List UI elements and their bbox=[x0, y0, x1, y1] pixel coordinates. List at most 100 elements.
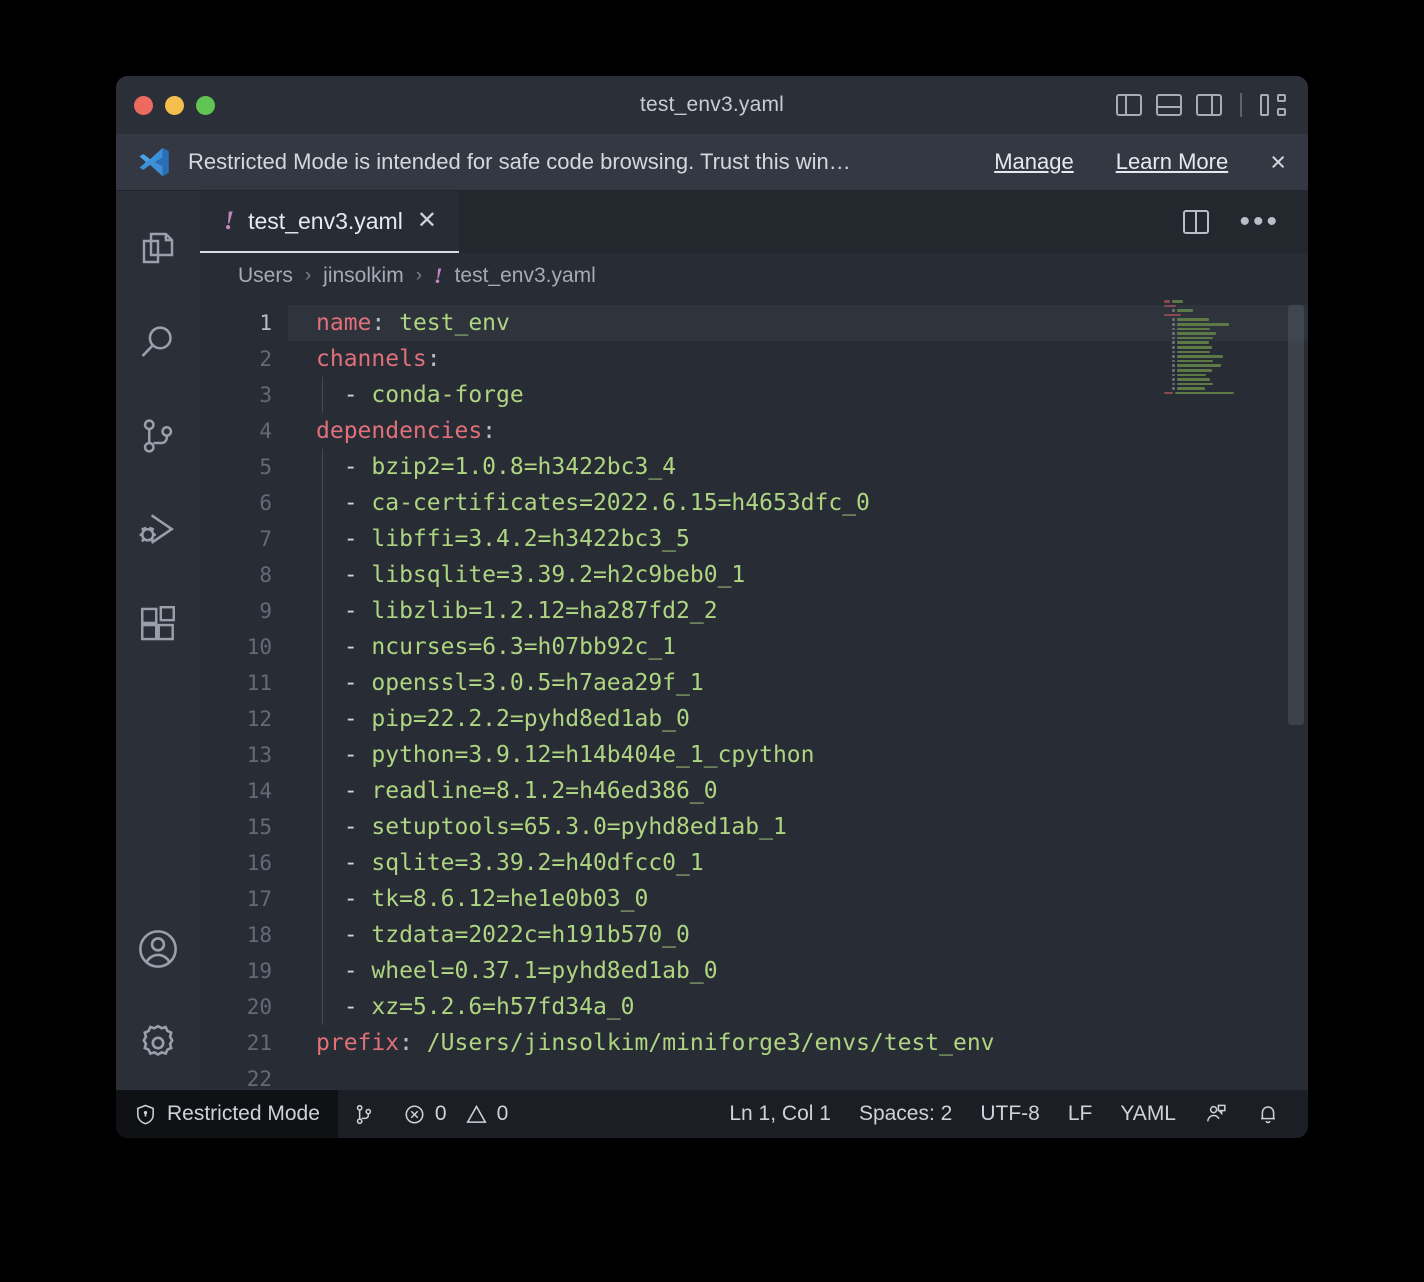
yaml-list-dash: - bbox=[316, 706, 372, 732]
ellipsis-icon[interactable]: ••• bbox=[1239, 207, 1280, 237]
sidebar-item-source-control[interactable] bbox=[116, 389, 200, 483]
line-number: 11 bbox=[246, 671, 272, 695]
line-number: 6 bbox=[259, 491, 272, 515]
indent-guide bbox=[322, 629, 323, 665]
minimize-window-button[interactable] bbox=[165, 95, 184, 115]
tab-test-env3-yaml[interactable]: ! test_env3.yaml ✕ bbox=[200, 191, 459, 253]
breadcrumb-item-file[interactable]: test_env3.yaml bbox=[455, 264, 596, 288]
yaml-value: bzip2=1.0.8=h3422bc3_4 bbox=[371, 454, 677, 480]
yaml-list-dash: - bbox=[316, 562, 372, 588]
code-editor[interactable]: 1 2 3 4 5 6 7 8 9 10 11 12 13 14 15 16 17 18 19 20 21 22 name… bbox=[200, 299, 1308, 1090]
sidebar-item-explorer[interactable] bbox=[116, 201, 200, 295]
live-share-icon bbox=[1207, 1104, 1226, 1122]
code-line[interactable]: - tzdata=2022c=h191b570_0 bbox=[288, 917, 1308, 953]
indent-guide bbox=[322, 377, 323, 413]
code-line[interactable]: - setuptools=65.3.0=pyhd8ed1ab_1 bbox=[288, 809, 1308, 845]
maximize-window-button[interactable] bbox=[196, 95, 215, 115]
code-line[interactable]: name: test_env bbox=[288, 305, 1308, 341]
close-window-button[interactable] bbox=[134, 95, 153, 115]
yaml-value: wheel=0.37.1=pyhd8ed1ab_0 bbox=[371, 958, 718, 984]
status-indentation[interactable]: Spaces: 2 bbox=[845, 1090, 966, 1138]
warning-triangle-icon bbox=[465, 1104, 487, 1123]
code-line[interactable]: - readline=8.1.2=h46ed386_0 bbox=[288, 773, 1308, 809]
breadcrumb-item-jinsolkim[interactable]: jinsolkim bbox=[323, 264, 404, 288]
split-editor-icon[interactable] bbox=[1183, 210, 1210, 234]
code-line[interactable]: - openssl=3.0.5=h7aea29f_1 bbox=[288, 665, 1308, 701]
status-cursor-position[interactable]: Ln 1, Col 1 bbox=[715, 1090, 845, 1138]
customize-layout-icon[interactable] bbox=[1260, 94, 1286, 116]
status-problems[interactable]: 0 0 bbox=[389, 1090, 522, 1138]
code-line[interactable]: - ncurses=6.3=h07bb92c_1 bbox=[288, 629, 1308, 665]
status-bar-right: Ln 1, Col 1 Spaces: 2 UTF-8 LF YAML bbox=[715, 1090, 1308, 1138]
indent-guide bbox=[322, 989, 323, 1025]
sidebar-item-accounts[interactable] bbox=[116, 902, 200, 996]
status-live-share[interactable] bbox=[1190, 1090, 1242, 1138]
yaml-colon: : bbox=[371, 310, 386, 336]
status-errors-count: 0 bbox=[434, 1102, 447, 1125]
window-titlebar: test_env3.yaml bbox=[116, 76, 1308, 134]
code-line[interactable]: - xz=5.2.6=h57fd34a_0 bbox=[288, 989, 1308, 1025]
code-line[interactable]: - bzip2=1.0.8=h3422bc3_4 bbox=[288, 449, 1308, 485]
code-line[interactable]: prefix: /Users/jinsolkim/miniforge3/envs… bbox=[288, 1025, 1308, 1061]
sidebar-item-extensions[interactable] bbox=[116, 577, 200, 671]
editor-scrollbar[interactable] bbox=[1286, 299, 1306, 1090]
status-language-mode[interactable]: YAML bbox=[1106, 1090, 1190, 1138]
sidebar-item-search[interactable] bbox=[116, 295, 200, 389]
code-line[interactable]: - wheel=0.37.1=pyhd8ed1ab_0 bbox=[288, 953, 1308, 989]
code-line[interactable]: - ca-certificates=2022.6.15=h4653dfc_0 bbox=[288, 485, 1308, 521]
shield-lock-icon bbox=[137, 1104, 154, 1125]
code-line[interactable]: - libsqlite=3.39.2=h2c9beb0_1 bbox=[288, 557, 1308, 593]
status-source-control[interactable] bbox=[338, 1090, 389, 1138]
yaml-list-dash: - bbox=[316, 634, 372, 660]
code-content[interactable]: name: test_env channels: - conda-forge dep… bbox=[288, 299, 1308, 1090]
vscode-window: test_env3.yaml Restricted Mode is intend… bbox=[116, 76, 1308, 1138]
banner-manage-link[interactable]: Manage bbox=[994, 149, 1074, 175]
line-number: 2 bbox=[259, 347, 272, 371]
layout-sidebar-right-icon[interactable] bbox=[1196, 94, 1222, 116]
yaml-value: tk=8.6.12=he1e0b03_0 bbox=[371, 886, 649, 912]
scrollbar-thumb[interactable] bbox=[1288, 305, 1304, 725]
line-number: 16 bbox=[246, 851, 272, 875]
line-number: 22 bbox=[246, 1067, 272, 1090]
line-number: 21 bbox=[246, 1031, 272, 1055]
indent-guide bbox=[322, 665, 323, 701]
layout-sidebar-left-icon[interactable] bbox=[1116, 94, 1142, 116]
status-encoding[interactable]: UTF-8 bbox=[966, 1090, 1054, 1138]
code-line[interactable] bbox=[288, 1061, 1308, 1090]
yaml-value: ca-certificates=2022.6.15=h4653dfc_0 bbox=[371, 490, 870, 516]
run-and-debug-icon bbox=[139, 514, 175, 544]
line-number: 4 bbox=[259, 419, 272, 443]
indent-guide bbox=[322, 593, 323, 629]
line-number: 19 bbox=[246, 959, 272, 983]
code-line[interactable]: - libzlib=1.2.12=ha287fd2_2 bbox=[288, 593, 1308, 629]
screenshot-root: test_env3.yaml Restricted Mode is intend… bbox=[0, 0, 1424, 1282]
yaml-list-dash: - bbox=[316, 742, 372, 768]
banner-learn-more-link[interactable]: Learn More bbox=[1116, 149, 1229, 175]
layout-panel-icon[interactable] bbox=[1156, 94, 1182, 116]
sidebar-item-run-debug[interactable] bbox=[116, 483, 200, 577]
yaml-list-dash: - bbox=[316, 598, 372, 624]
code-line[interactable]: channels: bbox=[288, 341, 1308, 377]
line-number: 3 bbox=[259, 383, 272, 407]
code-line[interactable]: - sqlite=3.39.2=h40dfcc0_1 bbox=[288, 845, 1308, 881]
yaml-value: ncurses=6.3=h07bb92c_1 bbox=[371, 634, 677, 660]
yaml-list-dash: - bbox=[316, 922, 372, 948]
files-icon bbox=[142, 232, 174, 264]
code-line[interactable]: - pip=22.2.2=pyhd8ed1ab_0 bbox=[288, 701, 1308, 737]
code-line[interactable]: - python=3.9.12=h14b404e_1_cpython bbox=[288, 737, 1308, 773]
line-number: 9 bbox=[259, 599, 272, 623]
code-line[interactable]: - conda-forge bbox=[288, 377, 1308, 413]
status-restricted-mode[interactable]: Restricted Mode bbox=[116, 1090, 338, 1138]
code-line[interactable]: - libffi=3.4.2=h3422bc3_5 bbox=[288, 521, 1308, 557]
status-notifications[interactable] bbox=[1242, 1090, 1294, 1138]
code-line[interactable]: - tk=8.6.12=he1e0b03_0 bbox=[288, 881, 1308, 917]
status-eol[interactable]: LF bbox=[1054, 1090, 1107, 1138]
banner-close-icon[interactable]: × bbox=[1270, 148, 1286, 176]
line-number: 12 bbox=[246, 707, 272, 731]
close-icon[interactable]: ✕ bbox=[417, 209, 437, 233]
tab-label: test_env3.yaml bbox=[248, 207, 403, 234]
sidebar-item-settings[interactable] bbox=[116, 996, 200, 1090]
code-line[interactable]: dependencies: bbox=[288, 413, 1308, 449]
breadcrumb-item-users[interactable]: Users bbox=[238, 264, 293, 288]
editor-toolbar: ••• bbox=[1183, 191, 1308, 253]
